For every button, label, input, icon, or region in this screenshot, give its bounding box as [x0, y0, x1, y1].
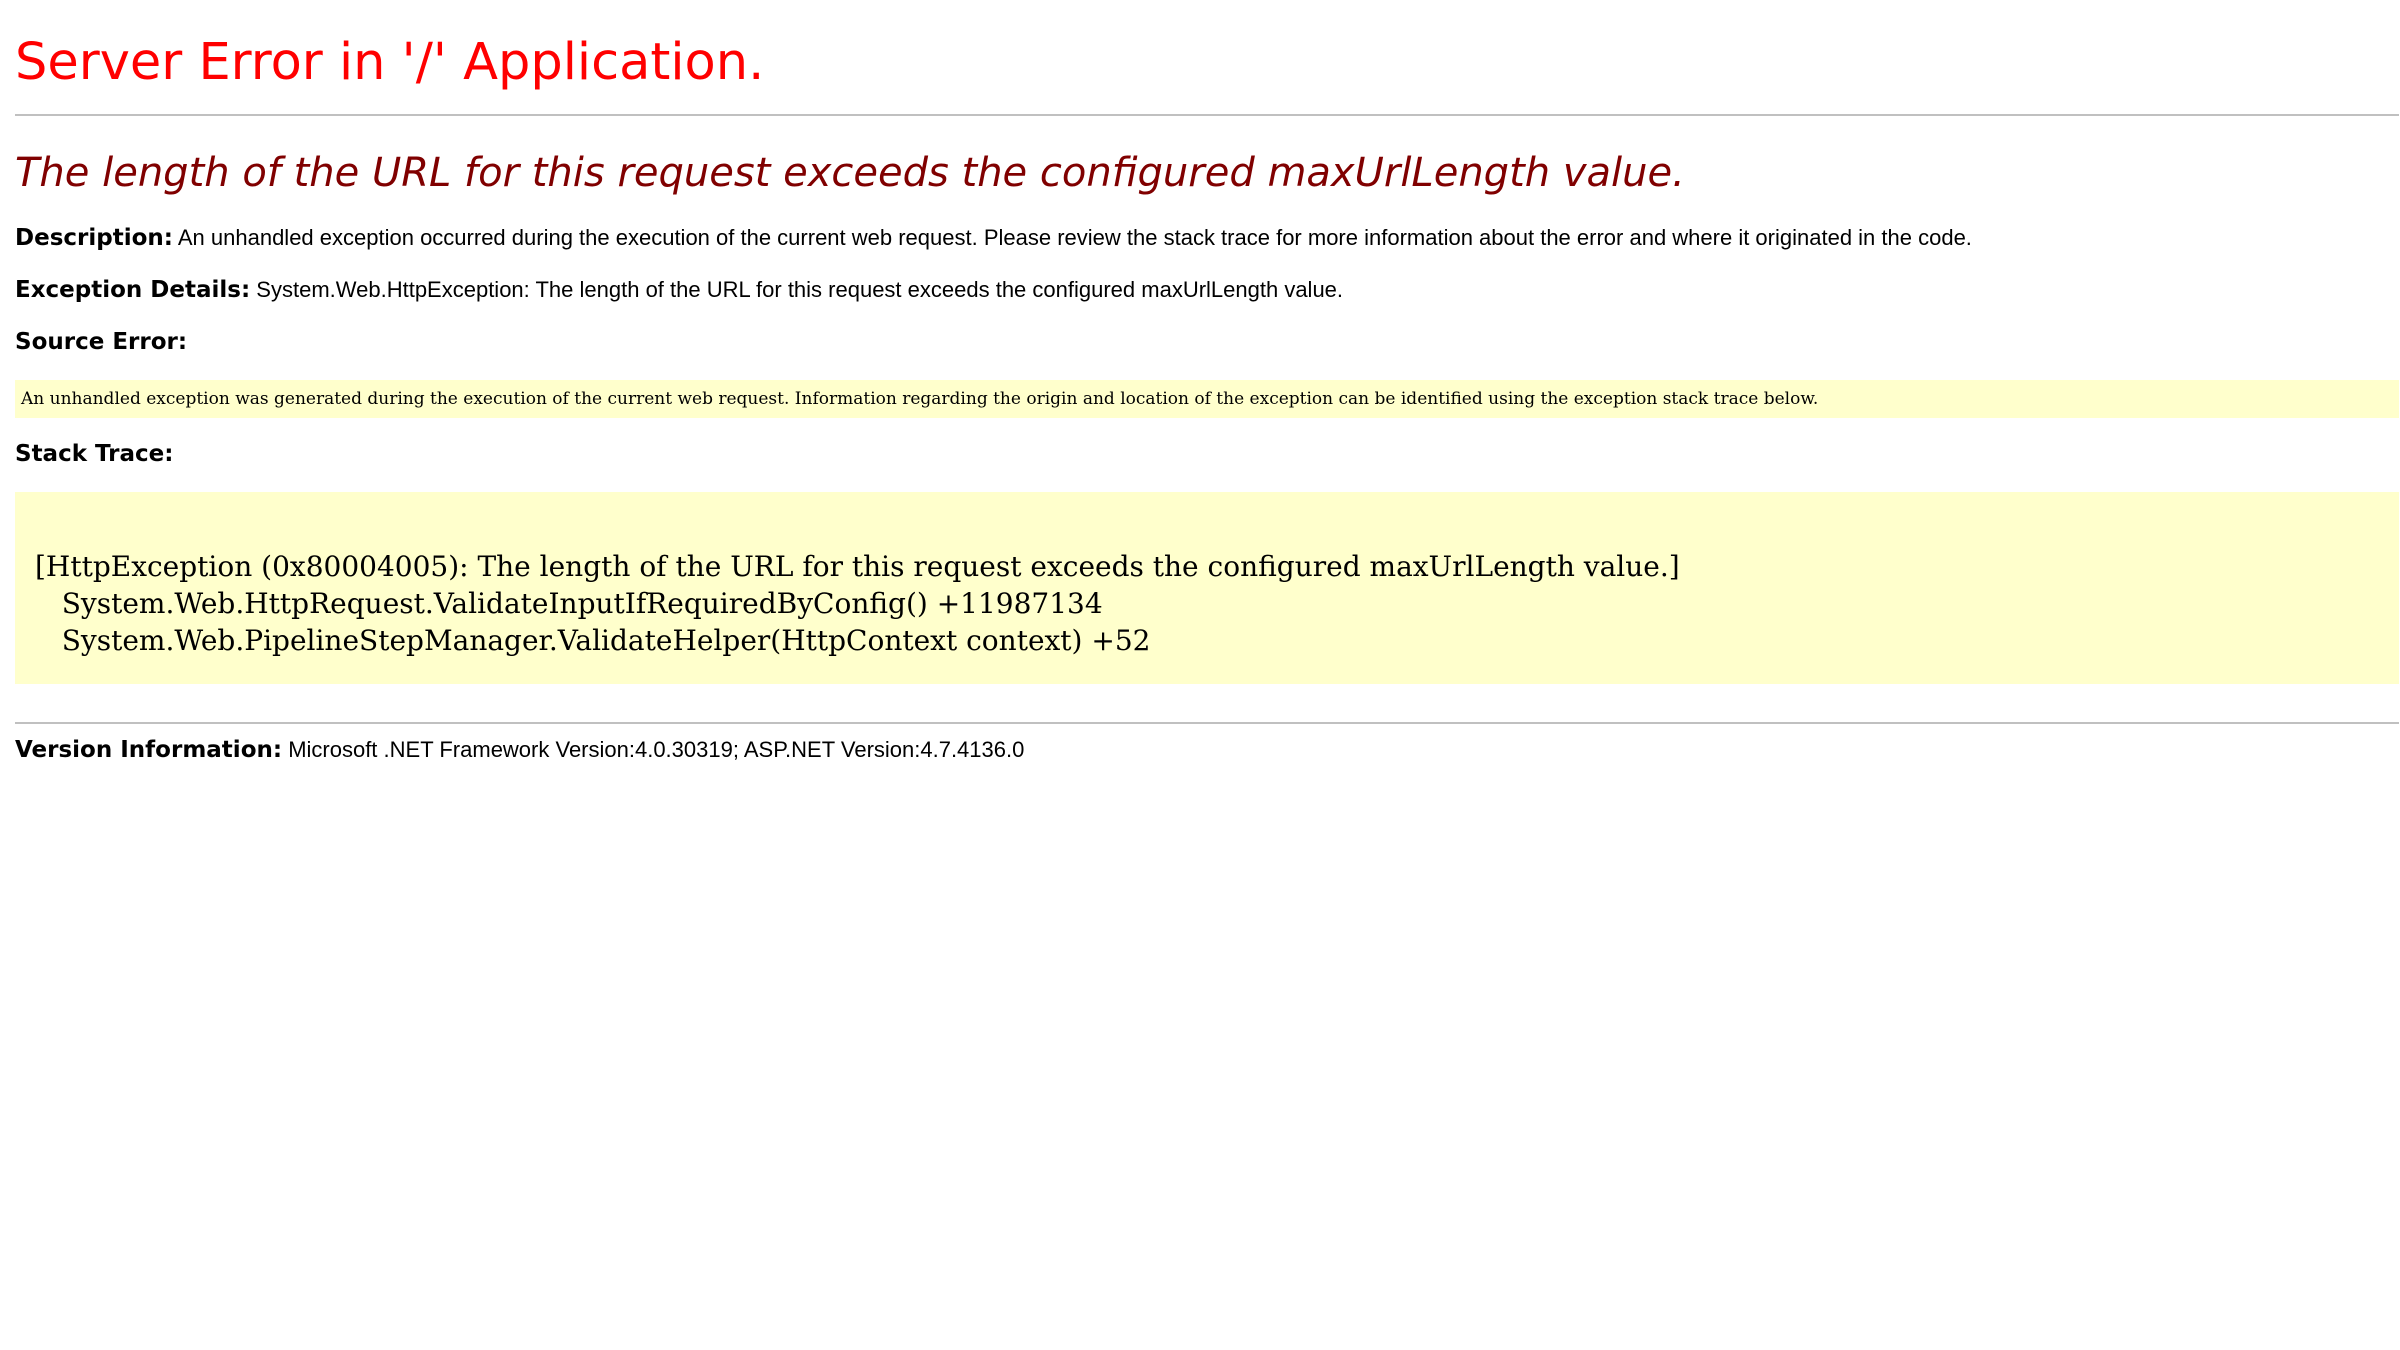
exception-details-text: System.Web.HttpException: The length of … [256, 277, 1344, 302]
error-subtitle: The length of the URL for this request e… [15, 150, 1685, 196]
version-information-text: Microsoft .NET Framework Version:4.0.303… [288, 737, 1025, 762]
stack-trace-row: Stack Trace: [15, 428, 2385, 480]
stack-trace-box: [HttpException (0x80004005): The length … [15, 492, 2399, 684]
stack-trace-line: System.Web.PipelineStepManager.ValidateH… [35, 624, 1151, 657]
error-page: Server Error in '/' Application. The len… [0, 0, 2400, 1350]
stack-trace-line: [HttpException (0x80004005): The length … [35, 550, 1680, 583]
description-row: Description: An unhandled exception occu… [15, 212, 2385, 264]
stack-trace-line: System.Web.HttpRequest.ValidateInputIfRe… [35, 587, 1103, 620]
source-error-box: An unhandled exception was generated dur… [15, 380, 2399, 418]
exception-details-label: Exception Details: [15, 277, 251, 303]
stack-trace-label: Stack Trace: [15, 441, 174, 467]
divider-bottom [15, 722, 2399, 724]
source-error-row: Source Error: [15, 316, 2385, 368]
source-error-text: An unhandled exception was generated dur… [21, 389, 1819, 409]
source-error-label: Source Error: [15, 329, 188, 355]
description-text: An unhandled exception occurred during t… [177, 225, 1972, 250]
description-label: Description: [15, 225, 173, 251]
version-information-row: Version Information: Microsoft .NET Fram… [15, 728, 2385, 772]
divider-top [15, 114, 2399, 116]
version-information-label: Version Information: [15, 737, 283, 763]
exception-details-row: Exception Details: System.Web.HttpExcept… [15, 264, 2385, 316]
page-title: Server Error in '/' Application. [15, 33, 765, 92]
